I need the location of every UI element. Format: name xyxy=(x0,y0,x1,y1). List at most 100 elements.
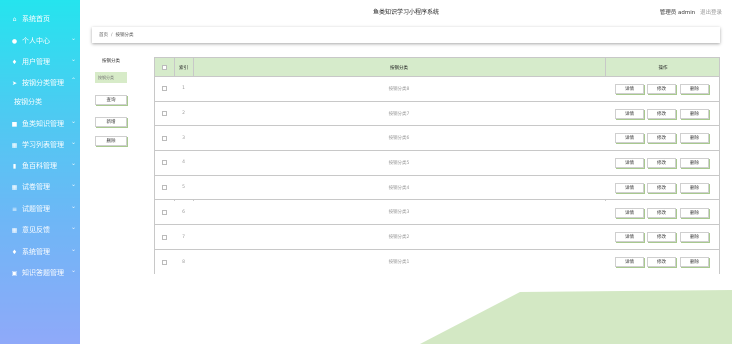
chevron-down-icon: ⌄ xyxy=(70,267,76,274)
delete-button[interactable]: 删除 xyxy=(680,182,709,193)
detail-button[interactable]: 详情 xyxy=(615,207,644,218)
detail-button[interactable]: 详情 xyxy=(615,232,644,243)
filter-label: 按钢分类 xyxy=(102,59,120,64)
pin-icon: ♦ xyxy=(11,58,18,66)
sidebar-item-system[interactable]: ♦ 系统管理 ⌄ xyxy=(0,242,80,262)
sidebar-item-label: 系统首页 xyxy=(22,15,50,23)
grid-icon: ▦ xyxy=(11,226,18,234)
sidebar-item-feedback[interactable]: ▦ 意见反馈 ⌄ xyxy=(0,220,80,240)
row-checkbox[interactable] xyxy=(162,259,167,265)
row-checkbox[interactable] xyxy=(162,135,167,141)
search-button[interactable]: 查询 xyxy=(95,95,127,105)
row-index: 8 xyxy=(182,259,185,265)
send-icon: ➤ xyxy=(11,79,18,87)
table-row: 3 按钢分类6 详情 修改 删除 xyxy=(155,126,719,152)
detail-button[interactable]: 详情 xyxy=(615,256,644,267)
grid-icon: ▦ xyxy=(11,141,18,149)
edit-button[interactable]: 修改 xyxy=(647,232,676,243)
delete-button[interactable]: 删除 xyxy=(680,158,709,169)
edit-button[interactable]: 修改 xyxy=(647,133,676,144)
chevron-down-icon: ⌄ xyxy=(70,56,76,63)
row-index: 2 xyxy=(182,111,185,117)
table-row: 6 按钢分类3 详情 修改 删除 xyxy=(155,200,719,226)
chevron-down-icon: ⌄ xyxy=(70,160,76,167)
row-checkbox[interactable] xyxy=(162,185,167,191)
book-icon: ■ xyxy=(11,120,18,128)
table-row: 8 按钢分类1 详情 修改 删除 xyxy=(155,249,719,275)
sidebar-item-fish-knowledge[interactable]: ■ 鱼类知识管理 ⌄ xyxy=(0,114,80,134)
add-button[interactable]: 新增 xyxy=(95,117,127,127)
delete-button[interactable]: 删除 xyxy=(680,108,709,119)
sidebar-item-label: 按钢分类管理 xyxy=(22,79,64,87)
detail-button[interactable]: 详情 xyxy=(615,158,644,169)
sidebar-item-users[interactable]: ♦ 用户管理 ⌄ xyxy=(0,52,80,72)
row-checkbox[interactable] xyxy=(162,209,167,215)
row-checkbox[interactable] xyxy=(162,160,167,166)
sidebar-item-quiz[interactable]: ▣ 知识答题管理 ⌄ xyxy=(0,263,80,283)
category-search-input[interactable] xyxy=(95,72,127,83)
sidebar-item-label: 试题管理 xyxy=(22,205,50,213)
user-area: 管理员 admin 退出登录 xyxy=(660,8,722,16)
edit-button[interactable]: 修改 xyxy=(647,182,676,193)
delete-button[interactable]: 删除 xyxy=(680,84,709,94)
chevron-down-icon: ⌄ xyxy=(70,224,76,231)
sidebar-item-papers[interactable]: ▦ 试卷管理 ⌄ xyxy=(0,177,80,197)
row-checkbox[interactable] xyxy=(162,86,167,92)
chevron-down-icon: ⌄ xyxy=(70,139,76,146)
sidebar-item-category-mgmt[interactable]: ➤ 按钢分类管理 ⌃ xyxy=(0,73,80,93)
sidebar-item-home[interactable]: ⌂ 系统首页 xyxy=(0,9,80,29)
top-header: 鱼类知识学习小程序系统 管理员 admin 退出登录 xyxy=(80,0,732,23)
row-category: 按钢分类6 xyxy=(388,136,410,142)
detail-button[interactable]: 详情 xyxy=(615,182,644,193)
select-all-checkbox[interactable] xyxy=(162,65,167,70)
row-category: 按钢分类8 xyxy=(388,86,410,92)
delete-button[interactable]: 删除 xyxy=(680,207,709,218)
edit-button[interactable]: 修改 xyxy=(647,108,676,119)
sidebar-item-questions[interactable]: ≡ 试题管理 ⌄ xyxy=(0,199,80,219)
breadcrumb-home[interactable]: 首页 xyxy=(99,32,108,38)
detail-button[interactable]: 详情 xyxy=(615,133,644,144)
delete-selected-button[interactable]: 删除 xyxy=(95,136,127,146)
sidebar-item-label: 鱼百科管理 xyxy=(22,162,57,170)
edit-button[interactable]: 修改 xyxy=(647,207,676,218)
pin-icon: ♦ xyxy=(11,248,18,256)
sidebar: ⌂ 系统首页 ● 个人中心 ⌄ ♦ 用户管理 ⌄ ➤ 按钢分类管理 ⌃ 按钢分类… xyxy=(0,0,80,344)
delete-button[interactable]: 删除 xyxy=(680,232,709,243)
logout-link[interactable]: 退出登录 xyxy=(700,10,722,16)
sidebar-item-label: 系统管理 xyxy=(22,248,50,256)
detail-button[interactable]: 详情 xyxy=(615,108,644,119)
app-title: 鱼类知识学习小程序系统 xyxy=(372,9,439,16)
row-index: 6 xyxy=(182,209,185,215)
row-category: 按钢分类1 xyxy=(388,260,410,266)
grid-icon: ▦ xyxy=(11,183,18,191)
sidebar-item-study-list[interactable]: ▦ 学习列表管理 ⌄ xyxy=(0,135,80,155)
data-table: 索引 按钢分类 操作 1 按钢分类8 详情 修改 删除 2 按钢分类7 详情 修… xyxy=(154,57,720,275)
chevron-down-icon: ⌄ xyxy=(70,203,76,210)
row-category: 按钢分类4 xyxy=(388,185,410,191)
row-category: 按钢分类7 xyxy=(388,111,410,117)
edit-button[interactable]: 修改 xyxy=(647,158,676,169)
row-checkbox[interactable] xyxy=(162,234,167,240)
table-row: 1 按钢分类8 详情 修改 删除 xyxy=(155,77,719,102)
sidebar-item-label: 用户管理 xyxy=(22,58,50,66)
sidebar-subitem-category[interactable]: 按钢分类 xyxy=(0,92,80,112)
row-category: 按钢分类3 xyxy=(388,210,410,216)
edit-button[interactable]: 修改 xyxy=(647,256,676,267)
delete-button[interactable]: 删除 xyxy=(680,256,709,267)
breadcrumb-current: 按钢分类 xyxy=(115,33,134,38)
edit-button[interactable]: 修改 xyxy=(647,84,676,94)
detail-button[interactable]: 详情 xyxy=(615,84,644,94)
chart-icon: ▮ xyxy=(12,162,17,170)
table-row: 4 按钢分类5 详情 修改 删除 xyxy=(155,151,719,176)
chevron-down-icon: ⌄ xyxy=(70,118,76,125)
sidebar-item-fish-encyclopedia[interactable]: ▮ 鱼百科管理 ⌄ xyxy=(0,156,80,176)
delete-button[interactable]: 删除 xyxy=(680,133,709,144)
sidebar-item-profile[interactable]: ● 个人中心 ⌄ xyxy=(0,31,80,51)
list-icon: ≡ xyxy=(11,205,18,213)
row-checkbox[interactable] xyxy=(162,111,167,117)
sidebar-item-label: 意见反馈 xyxy=(22,226,50,234)
row-index: 1 xyxy=(182,86,185,92)
chevron-down-icon: ⌄ xyxy=(70,35,76,42)
user-label: 管理员 admin xyxy=(659,10,696,16)
card-icon: ▣ xyxy=(11,269,18,277)
